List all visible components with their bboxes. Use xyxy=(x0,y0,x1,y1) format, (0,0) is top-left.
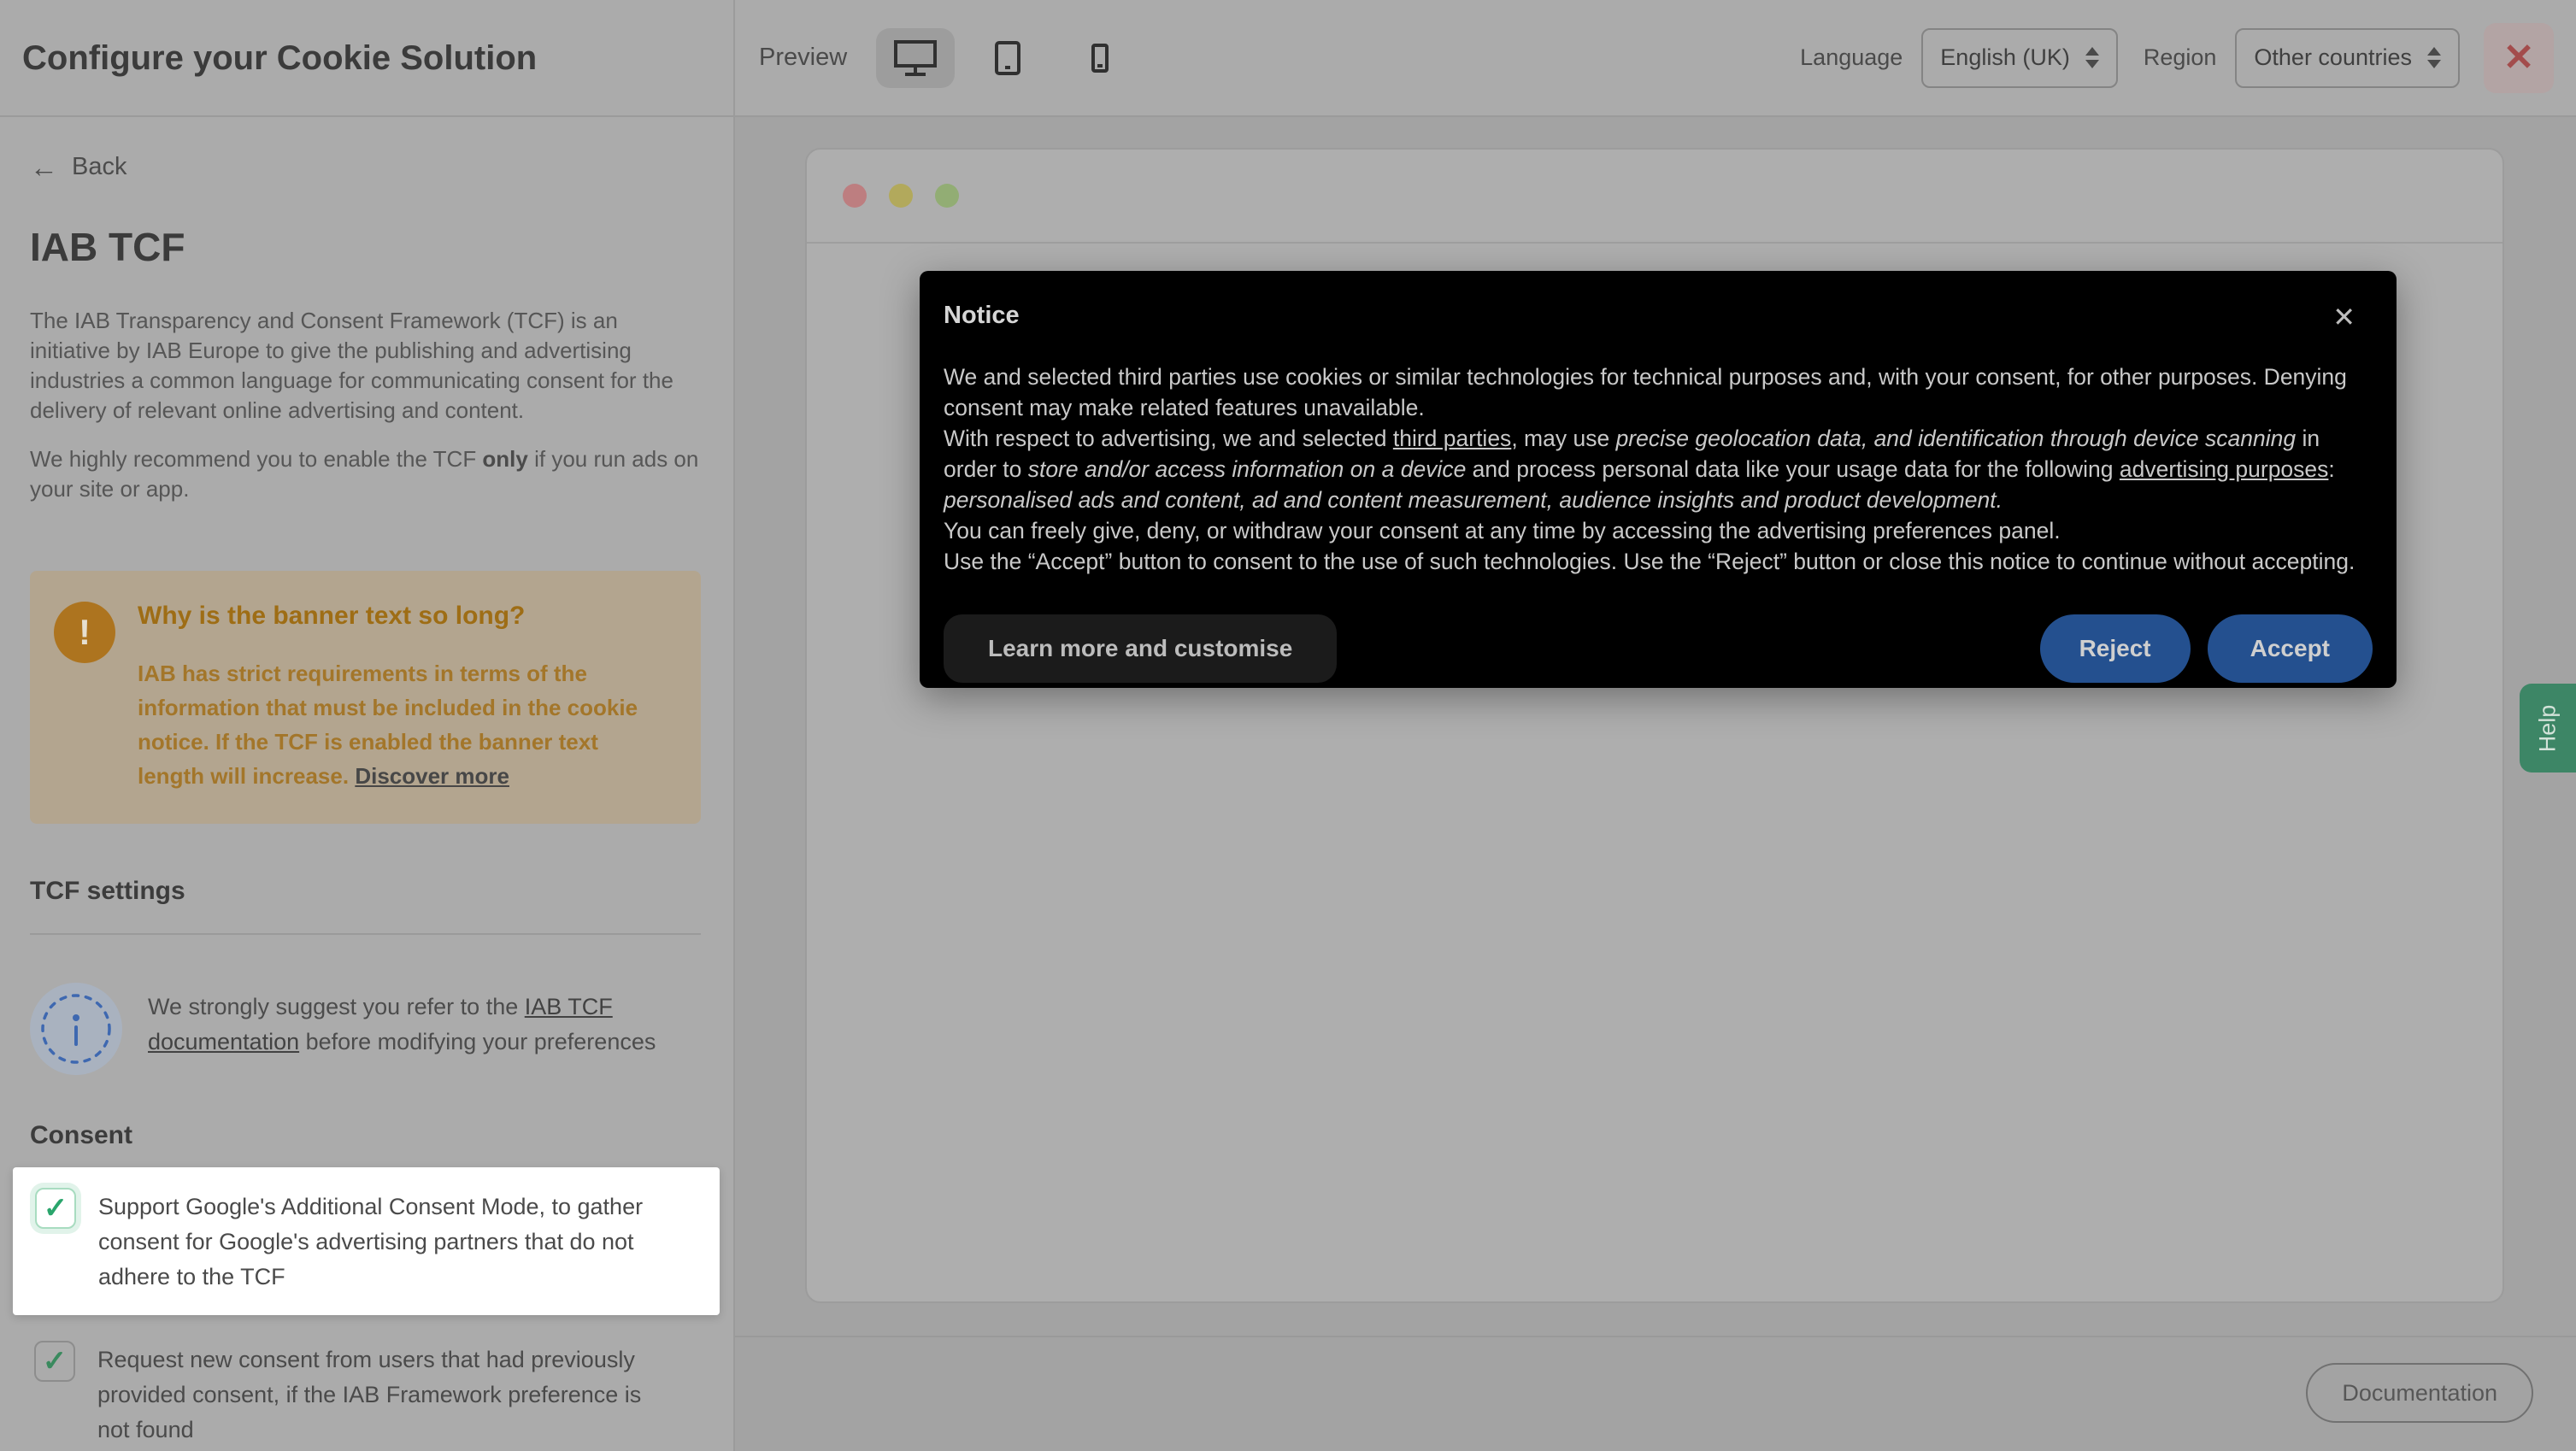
documentation-button[interactable]: Documentation xyxy=(2306,1363,2533,1423)
consent-option-request-new-consent[interactable]: ✓ Request new consent from users that ha… xyxy=(30,1329,701,1448)
preview-tablet-button[interactable] xyxy=(968,28,1047,88)
window-dot-red-icon xyxy=(843,184,867,208)
preview-label: Preview xyxy=(759,44,847,72)
preview-footer: Documentation xyxy=(735,1336,2576,1451)
language-value: English (UK) xyxy=(1940,44,2070,71)
back-button[interactable]: ← Back xyxy=(30,153,701,181)
close-icon: ✕ xyxy=(2503,36,2535,79)
preview-controls: Preview xyxy=(759,0,1139,115)
checkbox-request-new-consent[interactable]: ✓ xyxy=(34,1341,75,1382)
consent-heading: Consent xyxy=(30,1121,701,1150)
accept-button[interactable]: Accept xyxy=(2208,614,2373,683)
region-label: Region xyxy=(2144,44,2217,71)
sort-arrows-icon xyxy=(2085,47,2099,68)
reject-button[interactable]: Reject xyxy=(2040,614,2191,683)
cookie-notice-banner: Notice ✕ We and selected third parties u… xyxy=(920,271,2397,688)
info-note: We strongly suggest you refer to the IAB… xyxy=(30,983,701,1075)
browser-mockup-header xyxy=(807,150,2502,244)
warning-callout: ! Why is the banner text so long? IAB ha… xyxy=(30,571,701,824)
page-title: Configure your Cookie Solution xyxy=(22,39,537,78)
window-dot-green-icon xyxy=(935,184,959,208)
notice-title: Notice xyxy=(944,302,1020,330)
consent-option-google-acm[interactable]: ✓ Support Google's Additional Consent Mo… xyxy=(13,1167,720,1315)
warning-body: IAB has strict requirements in terms of … xyxy=(138,656,661,793)
language-label: Language xyxy=(1800,44,1903,71)
section-title: IAB TCF xyxy=(30,224,701,270)
close-configurator-button[interactable]: ✕ xyxy=(2484,23,2554,93)
help-tab[interactable]: Help xyxy=(2520,684,2576,772)
mobile-icon xyxy=(1091,43,1109,73)
info-note-text: We strongly suggest you refer to the IAB… xyxy=(148,983,701,1060)
back-label: Back xyxy=(72,153,126,181)
top-bar: Configure your Cookie Solution Preview xyxy=(0,0,2576,117)
consent-option-label: Support Google's Additional Consent Mode… xyxy=(98,1188,697,1295)
notice-line-4: Use the “Accept” button to consent to th… xyxy=(944,546,2373,577)
preview-desktop-button[interactable] xyxy=(876,28,955,88)
exclamation-icon: ! xyxy=(54,602,115,663)
advertising-purposes-link[interactable]: advertising purposes xyxy=(2120,456,2329,482)
section-divider xyxy=(30,933,701,935)
notice-close-icon[interactable]: ✕ xyxy=(2332,303,2355,331)
check-icon: ✓ xyxy=(44,1191,68,1225)
tcf-settings-heading: TCF settings xyxy=(30,877,701,906)
preview-area: Notice ✕ We and selected third parties u… xyxy=(735,117,2576,1451)
checkbox-google-acm[interactable]: ✓ xyxy=(35,1188,76,1229)
notice-body: We and selected third parties use cookie… xyxy=(944,361,2373,577)
third-parties-link[interactable]: third parties xyxy=(1393,426,1511,451)
sort-arrows-icon xyxy=(2427,47,2441,68)
preview-mobile-button[interactable] xyxy=(1061,28,1139,88)
intro-paragraph-2: We highly recommend you to enable the TC… xyxy=(30,444,701,504)
learn-more-button[interactable]: Learn more and customise xyxy=(944,614,1337,683)
notice-line-2: With respect to advertising, we and sele… xyxy=(944,423,2373,515)
notice-line-1: We and selected third parties use cookie… xyxy=(944,361,2373,423)
desktop-icon xyxy=(892,38,938,78)
check-icon: ✓ xyxy=(43,1344,68,1378)
region-value: Other countries xyxy=(2254,44,2412,71)
notice-line-3: You can freely give, deny, or withdraw y… xyxy=(944,515,2373,546)
settings-sidebar: ← Back IAB TCF The IAB Transparency and … xyxy=(0,117,733,1451)
back-arrow-icon: ← xyxy=(30,153,58,181)
warning-title: Why is the banner text so long? xyxy=(138,602,661,631)
language-select[interactable]: English (UK) xyxy=(1921,28,2118,88)
info-icon xyxy=(30,983,122,1075)
help-tab-label: Help xyxy=(2535,704,2561,752)
region-select[interactable]: Other countries xyxy=(2235,28,2460,88)
window-dot-yellow-icon xyxy=(889,184,913,208)
discover-more-link[interactable]: Discover more xyxy=(355,763,509,789)
consent-option-label: Request new consent from users that had … xyxy=(97,1341,662,1448)
topbar-right-controls: Language English (UK) Region Other count… xyxy=(1800,0,2554,115)
tablet-icon xyxy=(994,40,1021,76)
intro-paragraph-1: The IAB Transparency and Consent Framewo… xyxy=(30,306,701,426)
